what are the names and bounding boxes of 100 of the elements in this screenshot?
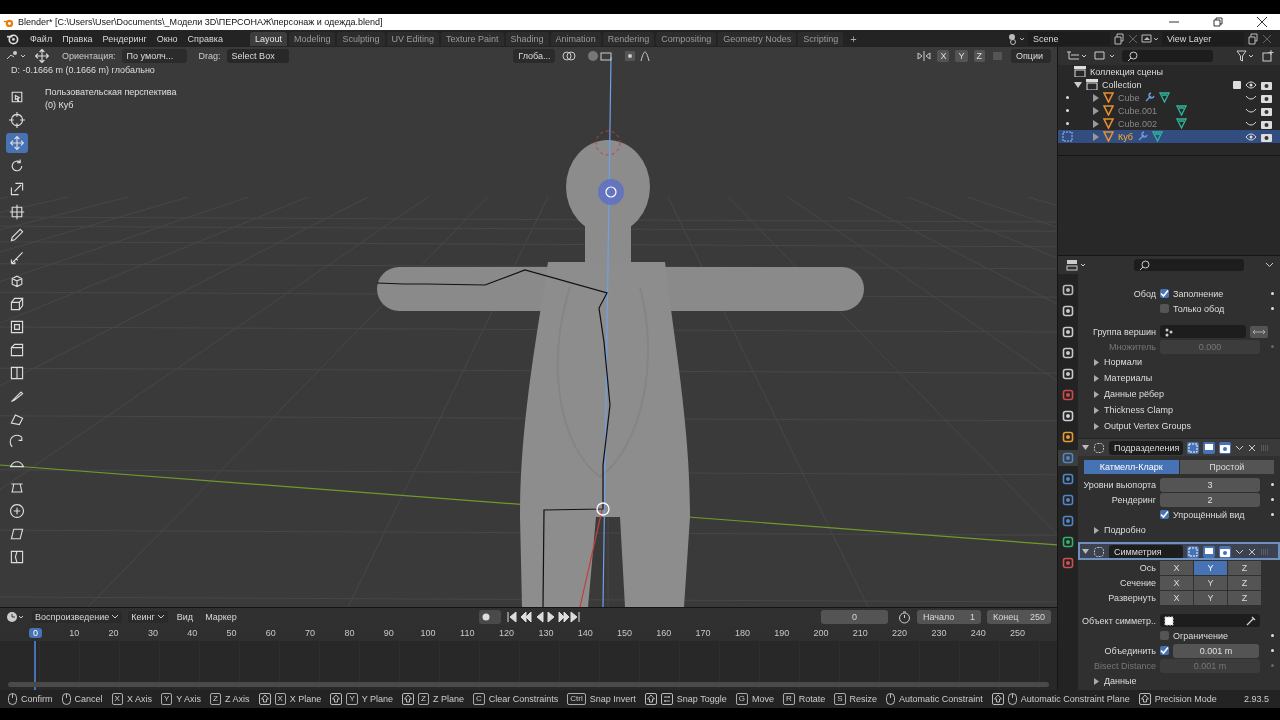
search-field[interactable] (1122, 50, 1213, 62)
current-frame-field[interactable]: 0 (821, 610, 888, 624)
filter-icon[interactable] (1236, 50, 1256, 62)
checkbox[interactable] (1160, 646, 1169, 655)
camera-icon[interactable] (1261, 105, 1272, 116)
timeline-menu[interactable]: Вид (173, 611, 197, 623)
modifier-name-field[interactable]: Симметрия (1109, 544, 1183, 559)
stopwatch-icon[interactable] (898, 610, 911, 624)
expand-arrow-icon[interactable] (1094, 677, 1099, 685)
chevron-down-icon[interactable] (1265, 262, 1274, 268)
workspace-tab[interactable]: Shading (505, 31, 549, 46)
close-icon[interactable] (1256, 16, 1268, 28)
camera-icon[interactable] (1261, 118, 1272, 129)
editor-type-icon[interactable] (6, 611, 26, 623)
chevron-down-icon[interactable] (1235, 548, 1244, 555)
copy-icon[interactable] (1247, 32, 1259, 45)
keyframe-dot[interactable] (1271, 483, 1274, 486)
eye-icon[interactable] (1245, 132, 1257, 141)
outliner-item[interactable]: Cube.002 (1118, 118, 1158, 129)
axis-toggle[interactable]: Z (1228, 575, 1261, 590)
start-frame-field[interactable]: Начало 1 (917, 610, 981, 624)
modifier-tab-icon[interactable] (1058, 450, 1078, 466)
number-field[interactable]: 3 (1160, 477, 1260, 492)
display-mode-icon[interactable] (1066, 50, 1088, 62)
view-layer-icon[interactable] (1094, 50, 1116, 62)
checkbox[interactable] (1160, 631, 1169, 640)
scene-field[interactable]: Scene (1028, 31, 1110, 46)
viewport-toggle[interactable] (1203, 441, 1215, 454)
workspace-tab[interactable]: UV Editing (386, 31, 440, 46)
outliner-item[interactable]: Collection (1102, 79, 1142, 90)
number-field[interactable]: 0.001 m (1173, 643, 1259, 658)
viewport-toggle[interactable] (1203, 545, 1215, 558)
playback-controls-icon[interactable] (507, 611, 582, 623)
timeline-menu[interactable]: Маркер (202, 611, 240, 623)
drag-handle-icon[interactable] (1260, 444, 1270, 451)
cursor-tool-icon[interactable] (6, 110, 28, 130)
workspace-tab[interactable]: Compositing (656, 31, 717, 46)
restore-icon[interactable] (1212, 16, 1224, 28)
menu-item[interactable]: Файл (25, 33, 58, 44)
mode-icon[interactable] (6, 49, 28, 62)
keyframe-dot[interactable] (1271, 513, 1274, 516)
keyframe-dot[interactable] (1271, 634, 1274, 637)
camera-icon[interactable] (1261, 79, 1272, 90)
eyedropper-icon[interactable] (1246, 615, 1256, 626)
keyframe-dot[interactable] (1271, 664, 1274, 667)
subpanel-header[interactable]: Материалы (1104, 373, 1153, 383)
camera-icon[interactable] (1261, 92, 1272, 103)
expand-arrow-icon[interactable] (1094, 526, 1099, 534)
outliner-item[interactable]: Коллекция сцены (1090, 66, 1164, 77)
checkbox[interactable] (1233, 80, 1241, 89)
axis-toggle[interactable]: Y (1194, 575, 1227, 590)
drag-handle-icon[interactable] (1260, 548, 1270, 555)
move-icon[interactable] (34, 47, 50, 64)
axis-toggle[interactable]: X (1160, 560, 1193, 575)
axis-toggle[interactable]: Y (1194, 560, 1227, 575)
mirror-icon[interactable] (917, 49, 932, 62)
invert-icon[interactable] (1250, 325, 1268, 338)
keyframe-dot[interactable] (1271, 498, 1274, 501)
segment-button[interactable]: Простой (1179, 459, 1274, 474)
record-icon[interactable] (479, 610, 502, 624)
workspace-tab[interactable]: Scripting (798, 31, 844, 46)
copy-icon[interactable] (1113, 32, 1125, 45)
workspace-tab[interactable]: Modeling (288, 31, 336, 46)
axis-toggle[interactable]: X (1160, 590, 1193, 605)
axis-toggle[interactable]: Z (1228, 560, 1261, 575)
subpanel-header[interactable]: Подробно (1104, 525, 1146, 535)
workspace-tab[interactable]: Geometry Nodes (718, 31, 797, 46)
menu-item[interactable]: Справка (182, 33, 228, 44)
workspace-tab[interactable]: Rendering (602, 31, 655, 46)
new-collection-icon[interactable] (1262, 50, 1274, 62)
outliner-item[interactable]: Куб (1118, 131, 1133, 142)
menu-item[interactable]: Правка (57, 33, 98, 44)
checkbox[interactable] (1160, 510, 1169, 519)
outliner-item[interactable]: Cube (1118, 92, 1140, 103)
menu-item[interactable]: Окно (151, 33, 183, 44)
menu-item[interactable]: Рендеринг (97, 33, 152, 44)
timeline-menu[interactable]: Воспроизведение (32, 611, 123, 623)
render-toggle[interactable] (1219, 441, 1231, 454)
collapse-arrow-icon[interactable] (1082, 549, 1089, 554)
keyframe-dot[interactable] (1271, 307, 1274, 310)
move-tool-icon[interactable] (6, 133, 28, 153)
closed-eye-icon[interactable] (1245, 93, 1257, 102)
checkbox[interactable] (1160, 289, 1169, 298)
modifier-name-field[interactable]: Подразделения (1109, 440, 1183, 455)
workspace-tab[interactable]: Animation (550, 31, 601, 46)
subpanel-header[interactable]: Данные (1104, 676, 1137, 686)
workspace-tab[interactable]: Layout (249, 31, 287, 46)
keyframe-dot[interactable] (1271, 345, 1274, 348)
axis-toggle[interactable]: Y (1194, 590, 1227, 605)
subpanel-header[interactable]: Output Vertex Groups (1104, 421, 1192, 431)
number-field[interactable]: 2 (1160, 492, 1260, 507)
render-toggle[interactable] (1219, 545, 1231, 558)
edit-mode-toggle[interactable] (1187, 441, 1199, 454)
object-field[interactable] (1160, 614, 1260, 627)
checkbox[interactable] (1160, 304, 1169, 313)
scrollbar[interactable] (8, 682, 1049, 687)
workspace-tab[interactable]: Sculpting (337, 31, 385, 46)
timeline-menu[interactable]: Кеинг (128, 611, 168, 623)
subpanel-header[interactable]: Thickness Clamp (1104, 405, 1174, 415)
subpanel-header[interactable]: Нормали (1104, 357, 1142, 367)
